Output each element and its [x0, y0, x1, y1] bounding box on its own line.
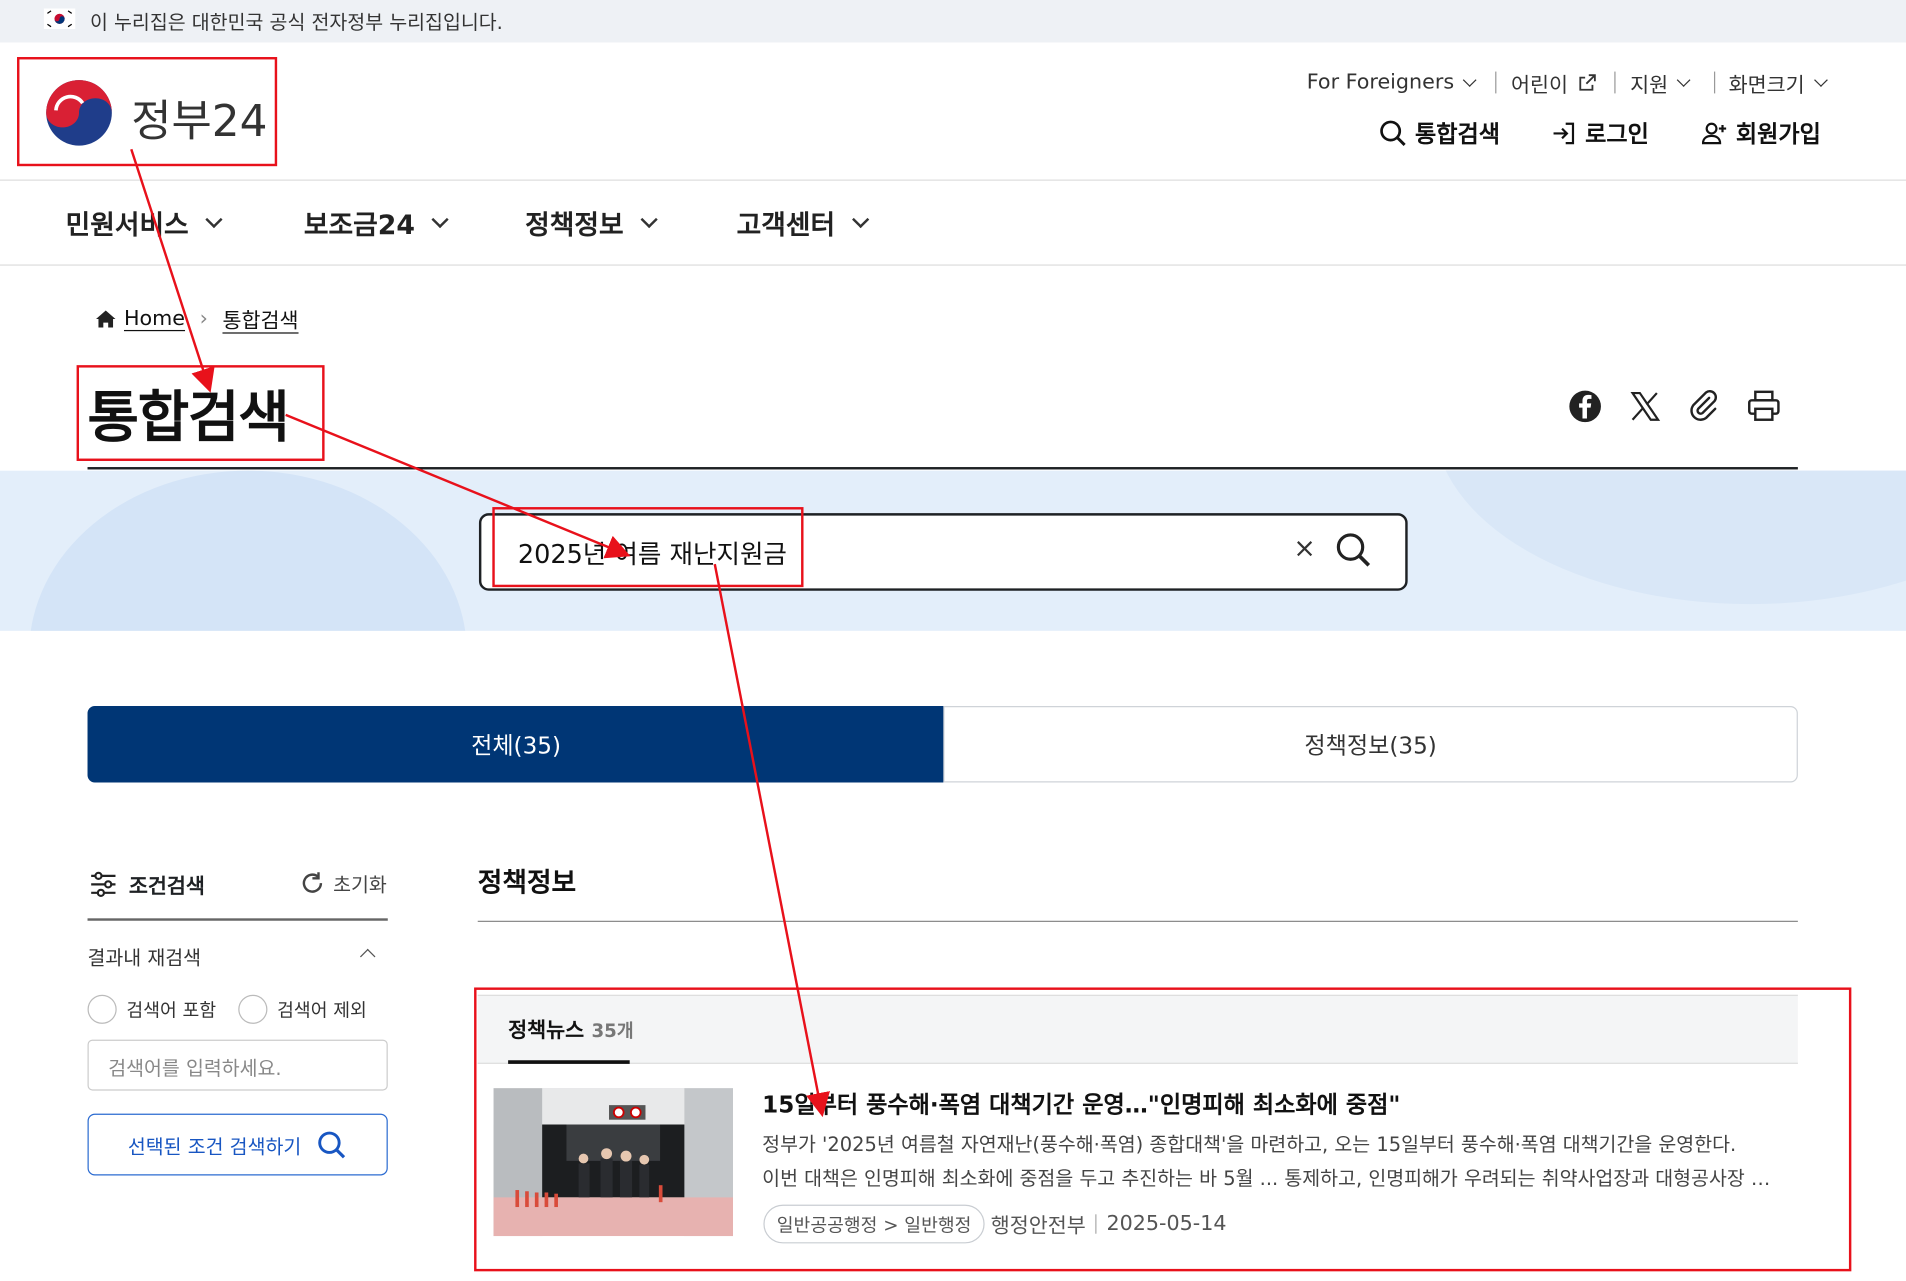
- annotation-arrows: [130, 148, 830, 1118]
